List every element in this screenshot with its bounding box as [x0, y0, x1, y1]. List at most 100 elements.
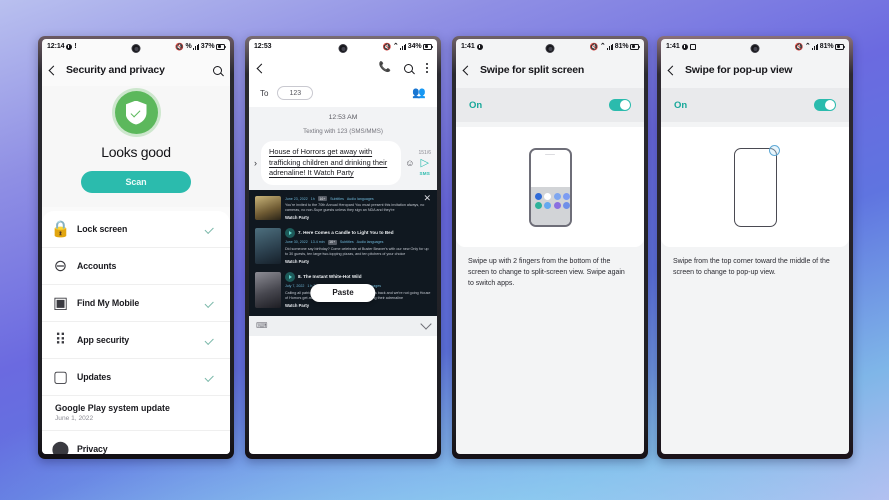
list-item-accounts[interactable]: ⊖ Accounts: [42, 248, 230, 285]
check-icon: [204, 298, 214, 308]
lock-icon: 🔒: [50, 221, 71, 238]
wifi-icon: ⌃: [392, 43, 399, 50]
toggle-switch[interactable]: [814, 99, 836, 111]
video-thumbnail: [255, 227, 281, 264]
add-contact-icon[interactable]: 👥: [412, 87, 426, 99]
watch-party-link[interactable]: Watch Party: [285, 215, 431, 220]
account-icon: ⊖: [53, 258, 68, 275]
send-controls: 151/6 ▷ SMS: [418, 150, 431, 176]
list-item-label: Accounts: [77, 261, 117, 271]
privacy-shield-icon: ⬤: [51, 441, 70, 454]
battery-icon: [835, 43, 846, 50]
wifi-icon: ⌃: [599, 43, 606, 50]
toggle-row[interactable]: On: [456, 88, 644, 122]
screenshot-canvas: 12:14 ! 🔇 % 37% Security and privacy Loo…: [0, 0, 889, 500]
phone-screen: 12:53 🔇 ⌃ 34% 📞 To 123 👥 12:53 AM Textin…: [249, 39, 437, 454]
thread-subtitle: Texting with 123 (SMS/MMS): [303, 128, 383, 135]
back-chevron-icon[interactable]: [256, 63, 267, 73]
battery-percent: 81%: [819, 43, 834, 50]
phone-icon[interactable]: 📞: [379, 63, 391, 73]
video-date: June 30, 2022: [285, 240, 308, 245]
play-icon[interactable]: [285, 227, 295, 238]
pop-up-view-illustration: [661, 127, 849, 247]
list-item-privacy[interactable]: ⬤ Privacy: [42, 431, 230, 454]
update-icon: ▢: [52, 369, 69, 386]
back-chevron-icon[interactable]: [48, 65, 59, 75]
video-date: July 7, 2022: [285, 284, 305, 289]
list-item-label: Lock screen: [77, 224, 128, 234]
battery-percent: 34%: [407, 43, 422, 50]
video-title-row: 8. The Instant White-Hot Wild: [285, 271, 431, 282]
message-bubble[interactable]: House of Horrors get away with trafficki…: [261, 141, 402, 186]
video-suggestion-panel: ✕ June 23, 2022 1h 16+ Subtitles Audio l…: [249, 190, 437, 316]
list-item-google-play-system-update[interactable]: Google Play system update June 1, 2022: [42, 396, 230, 431]
notification-icon: !: [74, 43, 77, 50]
list-item[interactable]: 7. Here Comes a Candle to Light You to B…: [253, 225, 433, 269]
video-title: 7. Here Comes a Candle to Light You to B…: [298, 230, 394, 236]
nav-bar: Swipe for split screen: [456, 54, 644, 86]
play-icon[interactable]: [285, 271, 295, 282]
list-item-lock-screen[interactable]: 🔒 Lock screen: [42, 211, 230, 248]
send-icon[interactable]: ▷: [421, 158, 429, 169]
video-meta-row: June 23, 2022 1h 16+ Subtitles Audio lan…: [285, 196, 431, 201]
app-grid-icon: ⠿: [54, 332, 67, 349]
bottom-bar: ⌨: [249, 315, 437, 336]
security-settings-list: 🔒 Lock screen ⊖ Accounts ▣ Find My Mobil…: [42, 211, 230, 454]
thread-timestamp: 12:53 AM: [328, 114, 358, 121]
app-dot-grid: [534, 192, 570, 209]
scan-button[interactable]: Scan: [81, 171, 191, 193]
toggle-switch[interactable]: [609, 99, 631, 111]
video-title: 8. The Instant White-Hot Wild: [298, 274, 362, 280]
back-chevron-icon[interactable]: [667, 65, 678, 75]
video-duration: 13.4 min: [310, 240, 325, 245]
video-rating: 16+: [317, 196, 328, 201]
recipient-row: To 123 👥: [249, 82, 437, 107]
paste-button[interactable]: Paste: [310, 283, 376, 302]
video-duration: 1h: [310, 196, 315, 201]
list-item-app-security[interactable]: ⠿ App security: [42, 322, 230, 359]
watch-party-link[interactable]: Watch Party: [285, 303, 431, 308]
search-icon[interactable]: [213, 65, 222, 75]
battery-icon: [423, 43, 434, 50]
watch-party-link[interactable]: Watch Party: [285, 259, 431, 264]
toggle-label: On: [469, 99, 483, 111]
camera-punch-hole-icon: [338, 44, 348, 53]
back-chevron-icon[interactable]: [462, 65, 473, 75]
corner-drag-handle-icon: [768, 144, 780, 156]
phone-swipe-for-split-screen: 1:41 🔇 ⌃ 81% Swipe for split screen On S…: [452, 36, 648, 459]
list-item-find-my-mobile[interactable]: ▣ Find My Mobile: [42, 285, 230, 322]
nav-bar: Security and privacy: [42, 54, 230, 86]
keyboard-icon[interactable]: ⌨: [256, 321, 268, 330]
security-headline: Looks good: [101, 144, 171, 160]
status-time: 1:41: [666, 43, 680, 50]
video-subtitles: Subtitles: [339, 240, 354, 245]
video-audio-languages: Audio languages: [346, 196, 374, 201]
kebab-menu-icon[interactable]: [426, 63, 428, 73]
phone-swipe-for-pop-up-view: 1:41 🔇 ⌃ 81% Swipe for pop-up view On Sw…: [657, 36, 853, 459]
chevron-down-icon[interactable]: [420, 318, 432, 330]
page-title: Swipe for pop-up view: [685, 64, 793, 76]
status-time: 12:14: [47, 43, 65, 50]
signal-icon: [812, 43, 819, 50]
nav-bar: 📞: [249, 54, 437, 82]
wifi-icon: ⌃: [804, 43, 811, 50]
emoji-icon[interactable]: ☺: [405, 158, 414, 168]
expand-chevron-icon[interactable]: ›: [254, 158, 257, 168]
character-count: 151/6: [418, 150, 431, 157]
check-icon: [204, 224, 214, 234]
shield-check-icon: [114, 91, 158, 134]
close-icon[interactable]: ✕: [423, 194, 431, 203]
recipient-chip[interactable]: 123: [277, 86, 314, 100]
split-screen-illustration: [456, 127, 644, 247]
update-title: Google Play system update: [55, 403, 170, 413]
search-icon[interactable]: [404, 63, 413, 73]
video-description: You're invited to the 70th Annual Heropa…: [285, 202, 425, 213]
video-date: June 23, 2022: [285, 196, 308, 201]
alarm-icon: [476, 43, 483, 50]
list-item-updates[interactable]: ▢ Updates: [42, 359, 230, 396]
list-item-label: App security: [77, 335, 130, 345]
camera-punch-hole-icon: [545, 44, 555, 53]
toggle-row[interactable]: On: [661, 88, 849, 122]
signal-icon: [607, 43, 614, 50]
list-item[interactable]: June 23, 2022 1h 16+ Subtitles Audio lan…: [253, 193, 433, 225]
